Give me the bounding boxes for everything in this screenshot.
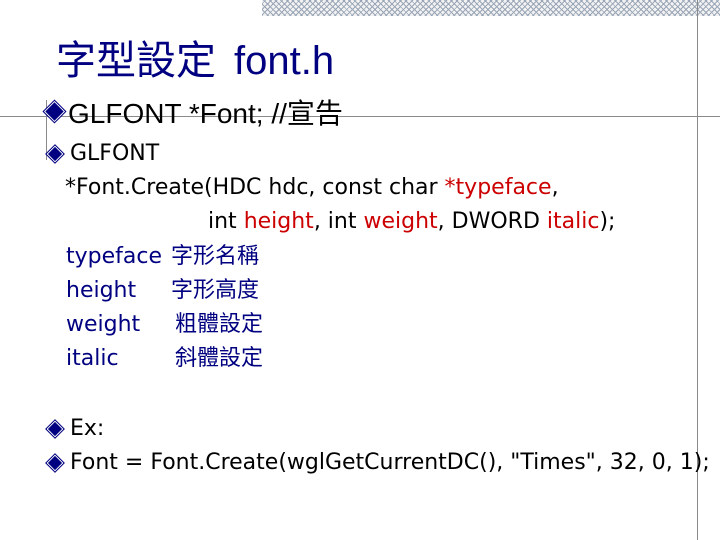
title-cjk: 字型設定 bbox=[56, 38, 216, 84]
code-seg: , int bbox=[313, 209, 364, 234]
param-desc: 字形高度 bbox=[171, 278, 260, 303]
code-seg: ); bbox=[599, 209, 616, 234]
code-line-2: *Font.Create(HDC hdc, const char *typefa… bbox=[65, 174, 559, 202]
param-name: italic bbox=[66, 346, 119, 371]
code-seg: int bbox=[208, 209, 244, 234]
code-line-3: int height, int weight, DWORD italic); bbox=[208, 208, 615, 236]
param-desc: 斜體設定 bbox=[175, 346, 264, 371]
code-highlight-typeface: *typeface bbox=[444, 175, 552, 200]
slide-title: 字型設定 font.h bbox=[56, 36, 334, 86]
param-name: height bbox=[66, 278, 137, 303]
code-seg: , DWORD bbox=[437, 209, 547, 234]
code-seg: *Font.Create(HDC hdc, const char bbox=[65, 175, 445, 200]
param-name: typeface bbox=[66, 244, 163, 269]
example-label: Ex: bbox=[70, 416, 105, 441]
bullet-declaration: GLFONT *Font; //宣告 bbox=[68, 98, 343, 129]
title-en: font.h bbox=[234, 39, 335, 83]
diamond-bullet-icon bbox=[45, 453, 65, 473]
code-highlight-italic: italic bbox=[546, 209, 600, 234]
param-name: weight bbox=[66, 312, 141, 337]
param-desc: 粗體設定 bbox=[175, 312, 264, 337]
example-code: Font = Font.Create(wglGetCurrentDC(), "T… bbox=[70, 450, 710, 475]
diamond-bullet-icon bbox=[45, 419, 65, 439]
decorative-checker-band bbox=[262, 0, 720, 16]
code-seg: , bbox=[551, 175, 559, 200]
param-desc: 字形名稱 bbox=[171, 244, 260, 269]
code-highlight-height: height bbox=[243, 209, 314, 234]
code-highlight-weight: weight bbox=[363, 209, 438, 234]
diamond-bullet-icon bbox=[45, 144, 65, 164]
code-line-1: GLFONT bbox=[70, 141, 160, 166]
diamond-bullet-icon bbox=[42, 99, 67, 124]
